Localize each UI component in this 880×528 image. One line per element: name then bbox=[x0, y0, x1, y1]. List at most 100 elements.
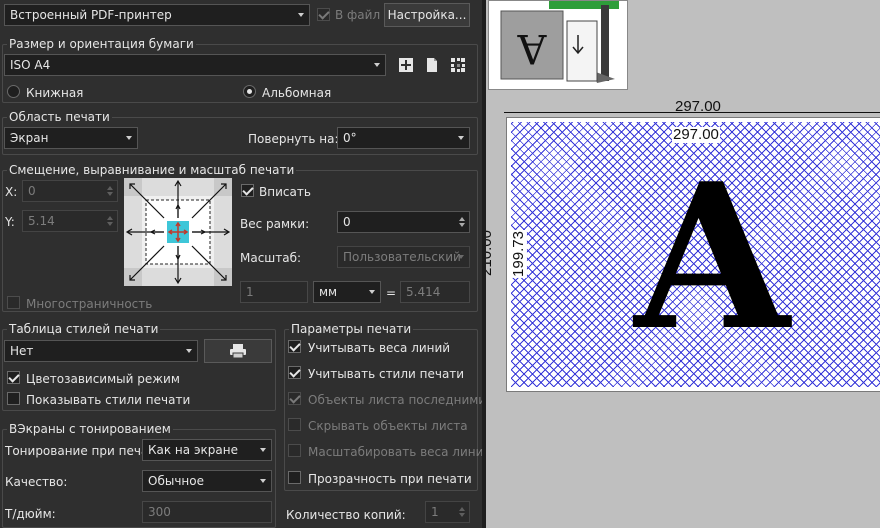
print-settings-panel: Встроенный PDF-принтер В файл Настройка.… bbox=[0, 0, 491, 528]
color-mode-checkbox[interactable] bbox=[7, 371, 20, 384]
shade-plot-select[interactable]: Как на экране bbox=[142, 439, 272, 461]
chevron-down-icon bbox=[298, 13, 304, 17]
fit-checkbox[interactable] bbox=[241, 184, 254, 197]
shade-plot-value: Как на экране bbox=[148, 443, 238, 457]
offset-group-title: Смещение, выравнивание и масштаб печати bbox=[7, 163, 297, 177]
plot-styles-checkbox[interactable] bbox=[288, 366, 301, 379]
print-area-title: Область печати bbox=[7, 110, 112, 124]
portrait-label: Книжная bbox=[26, 86, 84, 100]
paper-size-select[interactable]: ISO A4 bbox=[4, 54, 386, 76]
transparency-checkbox[interactable] bbox=[288, 471, 301, 484]
y-label: Y: bbox=[5, 215, 15, 229]
y-offset-value: 5.14 bbox=[28, 214, 55, 228]
style-table-select[interactable]: Нет bbox=[4, 340, 198, 362]
scale-lineweights-checkbox[interactable] bbox=[288, 444, 301, 457]
multipage-checkbox[interactable] bbox=[7, 296, 20, 309]
scale-result-input[interactable]: 5.414 bbox=[400, 281, 470, 303]
landscape-radio[interactable] bbox=[243, 85, 256, 98]
spin-up-icon bbox=[459, 217, 465, 221]
preview-letter-text: A bbox=[632, 170, 792, 340]
chevron-down-icon bbox=[374, 63, 380, 67]
copies-value: 1 bbox=[431, 505, 439, 519]
spin-up-icon bbox=[459, 507, 465, 511]
printer-settings-button[interactable]: Настройка... bbox=[384, 3, 470, 27]
to-file-checkbox[interactable] bbox=[317, 8, 330, 21]
alignment-grid[interactable] bbox=[124, 178, 232, 286]
chevron-down-icon bbox=[186, 349, 192, 353]
printer-icon bbox=[230, 344, 246, 359]
y-offset-input[interactable]: 5.14 bbox=[22, 210, 118, 232]
print-area-select[interactable]: Экран bbox=[4, 127, 138, 149]
chevron-down-icon bbox=[260, 448, 266, 452]
line-weights-checkbox[interactable] bbox=[288, 340, 301, 353]
transparency-label: Прозрачность при печати bbox=[308, 472, 472, 486]
spin-up-icon bbox=[107, 216, 113, 220]
color-mode-label: Цветозависимый режим bbox=[26, 372, 180, 386]
portrait-radio[interactable] bbox=[7, 85, 20, 98]
hide-objects-label: Скрывать объекты листа bbox=[308, 419, 468, 433]
dpi-input[interactable]: 300 bbox=[142, 501, 272, 523]
copies-input[interactable]: 1 bbox=[425, 501, 470, 523]
printer-select-value: Встроенный PDF-принтер bbox=[10, 8, 172, 22]
orientation-thumbnail: A bbox=[488, 0, 628, 90]
plotter-icon: A bbox=[500, 1, 619, 83]
copies-label: Количество копий: bbox=[286, 508, 406, 522]
frame-weight-label: Вес рамки: bbox=[240, 217, 310, 231]
dpi-label: Т/дюйм: bbox=[5, 507, 56, 521]
printable-height-label: 199.73 bbox=[509, 230, 527, 278]
spin-down-icon bbox=[107, 192, 113, 196]
to-file-label: В файл bbox=[335, 8, 381, 22]
equals-label: = bbox=[386, 286, 397, 300]
scale-num-input[interactable]: 1 bbox=[240, 281, 308, 303]
spin-up-icon bbox=[107, 186, 113, 190]
edit-style-button[interactable] bbox=[204, 339, 272, 363]
chevron-down-icon bbox=[126, 136, 132, 140]
width-dimension-line bbox=[504, 112, 880, 113]
shaded-viewports-title: ВЭкраны с тонированием bbox=[7, 422, 173, 436]
paper-sheet: 297.00 199.73 A bbox=[506, 117, 880, 392]
print-preview: A 297.00 297.00 199.73 A 210.00 bbox=[486, 0, 880, 528]
unit-select[interactable]: мм bbox=[313, 281, 381, 303]
spin-down-icon bbox=[459, 223, 465, 227]
document-icon[interactable] bbox=[424, 57, 440, 73]
frame-weight-input[interactable]: 0 bbox=[337, 211, 470, 233]
spin-down-icon bbox=[107, 222, 113, 226]
multipage-label: Многостраничность bbox=[26, 297, 153, 311]
unit-value: мм bbox=[319, 285, 338, 299]
printable-width-label: 297.00 bbox=[672, 126, 720, 143]
print-area-value: Экран bbox=[10, 131, 49, 145]
rotate-select[interactable]: 0° bbox=[337, 127, 470, 149]
paperspace-last-checkbox[interactable] bbox=[288, 392, 301, 405]
thumbnail-letter: A bbox=[516, 25, 547, 71]
x-label: X: bbox=[5, 185, 18, 199]
print-params-title: Параметры печати bbox=[289, 322, 414, 336]
paper-group-title: Размер и ориентация бумаги bbox=[7, 37, 196, 51]
spin-down-icon bbox=[459, 513, 465, 517]
frame-weight-value: 0 bbox=[343, 215, 351, 229]
paper-height-label: 210.00 bbox=[486, 230, 495, 276]
grid-icon[interactable] bbox=[450, 57, 466, 73]
printer-select[interactable]: Встроенный PDF-принтер bbox=[4, 4, 310, 26]
chevron-down-icon bbox=[458, 255, 464, 259]
chevron-down-icon bbox=[260, 479, 266, 483]
quality-select[interactable]: Обычное bbox=[142, 470, 272, 492]
add-icon[interactable] bbox=[398, 57, 414, 73]
hide-objects-checkbox[interactable] bbox=[288, 418, 301, 431]
preview-letter: A bbox=[632, 170, 792, 340]
show-styles-label: Показывать стили печати bbox=[26, 393, 191, 407]
quality-label: Качество: bbox=[5, 475, 68, 489]
print-styles-title: Таблица стилей печати bbox=[7, 322, 161, 336]
scale-value: Пользовательский bbox=[343, 250, 461, 264]
show-styles-checkbox[interactable] bbox=[7, 392, 20, 405]
paperspace-last-label: Объекты листа последними bbox=[308, 393, 487, 407]
chevron-down-icon bbox=[369, 290, 375, 294]
paper-size-value: ISO A4 bbox=[10, 58, 51, 72]
rotate-label: Повернуть на: bbox=[248, 132, 339, 146]
x-offset-input[interactable]: 0 bbox=[22, 180, 118, 202]
rotate-value: 0° bbox=[343, 131, 357, 145]
scale-select[interactable]: Пользовательский bbox=[337, 246, 470, 268]
style-table-value: Нет bbox=[10, 344, 34, 358]
chevron-down-icon bbox=[458, 136, 464, 140]
line-weights-label: Учитывать веса линий bbox=[308, 341, 451, 355]
x-offset-value: 0 bbox=[28, 184, 36, 198]
